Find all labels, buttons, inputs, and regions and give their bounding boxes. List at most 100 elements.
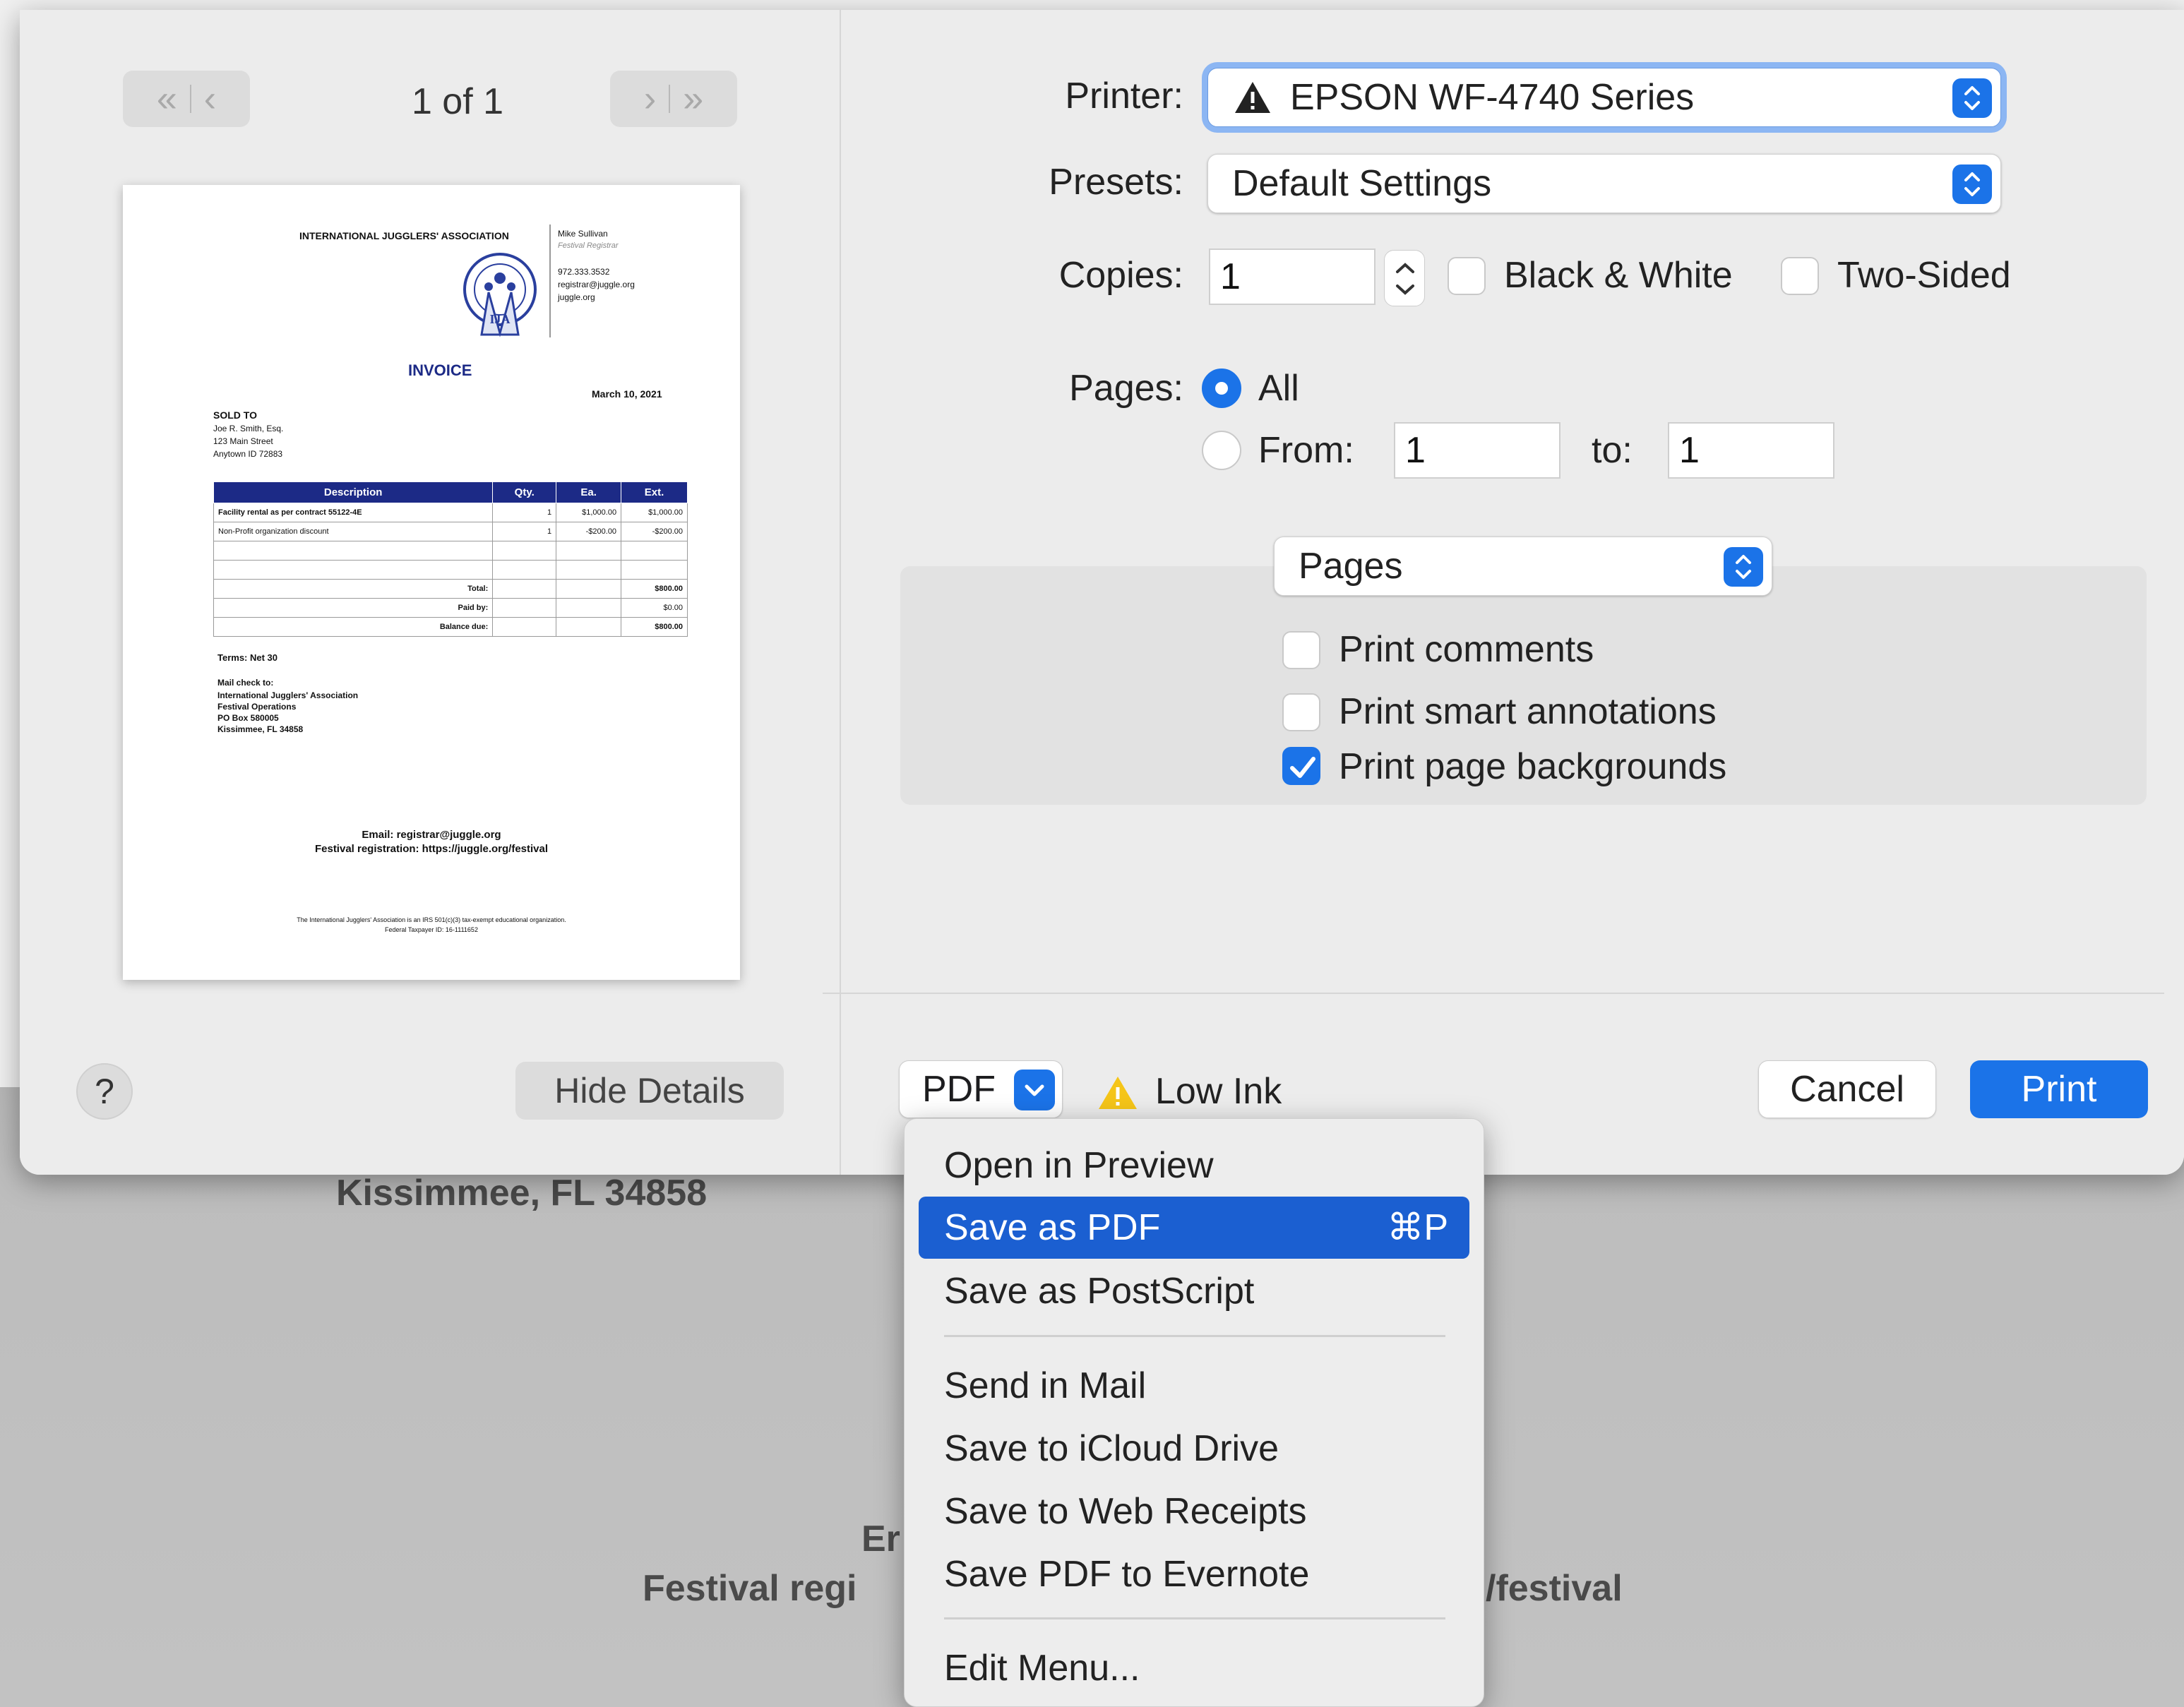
print-comments-label: Print comments (1339, 629, 1594, 670)
menu-separator (944, 1617, 1445, 1619)
menu-item-save-as-postscript[interactable]: Save as PostScript (919, 1260, 1469, 1322)
popup-arrows-icon (1952, 78, 1992, 118)
print-page-backgrounds-label: Print page backgrounds (1339, 746, 1727, 787)
warning-icon (1235, 82, 1270, 113)
menu-item-save-to-icloud[interactable]: Save to iCloud Drive (919, 1418, 1469, 1480)
next-page-icon[interactable]: › (644, 78, 656, 120)
print-smart-annotations-checkbox[interactable] (1282, 693, 1320, 731)
copies-stepper[interactable] (1384, 250, 1425, 306)
pages-label: Pages: (1069, 368, 1183, 409)
section-value: Pages (1299, 546, 1403, 587)
hide-details-button[interactable]: Hide Details (515, 1062, 784, 1120)
menu-item-open-in-preview[interactable]: Open in Preview (919, 1134, 1469, 1197)
preview-invoice-title: INVOICE (408, 361, 472, 379)
from-field[interactable]: 1 (1394, 422, 1561, 479)
svg-text:IJA: IJA (489, 312, 510, 326)
preview-taxpayer-id: Federal Taxpayer ID: 16-1111652 (385, 926, 478, 933)
print-page-backgrounds-checkbox[interactable] (1282, 747, 1320, 785)
copies-label: Copies: (1058, 255, 1183, 296)
preview-cell: 1 (492, 503, 557, 522)
table-row: Non-Profit organization discount 1 -$200… (213, 522, 688, 541)
section-popup[interactable]: Pages (1274, 537, 1772, 596)
first-prev-page-buttons[interactable]: «‹ (123, 71, 250, 127)
background-city-line: Kissimmee, FL 34858 (336, 1173, 708, 1214)
preview-col-each: Ea. (556, 481, 622, 503)
print-smart-annotations-label: Print smart annotations (1339, 691, 1717, 732)
preview-fine-print: The International Jugglers' Association … (297, 916, 566, 923)
preview-mail-city: Kissimmee, FL 34858 (217, 724, 304, 734)
preview-contact-email: registrar@juggle.org (558, 280, 635, 289)
black-white-checkbox[interactable] (1448, 257, 1486, 295)
preview-cell: -$200.00 (621, 522, 688, 541)
preview-total-label: Total: (213, 579, 494, 599)
shortcut-label: ⌘P (1387, 1207, 1448, 1248)
preview-cell: $1,000.00 (621, 503, 688, 522)
menu-item-edit-menu[interactable]: Edit Menu... (919, 1637, 1469, 1699)
first-page-icon[interactable]: « (157, 78, 177, 120)
pages-all-label: All (1258, 368, 1299, 409)
two-sided-label: Two-Sided (1837, 255, 2011, 296)
pdf-label: PDF (922, 1069, 996, 1110)
two-sided-checkbox[interactable] (1781, 257, 1819, 295)
presets-label: Presets: (1049, 162, 1183, 203)
preview-invoice-table: Description Qty. Ea. Ext. Facility renta… (213, 481, 688, 637)
presets-popup[interactable]: Default Settings (1207, 154, 2001, 213)
table-row: Total: $800.00 (213, 579, 688, 599)
menu-item-send-in-mail[interactable]: Send in Mail (919, 1355, 1469, 1417)
printer-popup[interactable]: EPSON WF-4740 Series (1207, 68, 2001, 127)
preview-sold-to-city: Anytown ID 72883 (213, 449, 283, 459)
background-email-fragment: Er (861, 1519, 900, 1559)
preview-contact-phone: 972.333.3532 (558, 267, 610, 277)
printer-label: Printer: (1065, 76, 1183, 116)
pdf-menu-button[interactable]: PDF (899, 1060, 1063, 1118)
menu-item-save-to-web-receipts[interactable]: Save to Web Receipts (919, 1480, 1469, 1543)
print-comments-checkbox[interactable] (1282, 631, 1320, 669)
to-field[interactable]: 1 (1668, 422, 1834, 479)
help-button[interactable]: ? (76, 1063, 133, 1120)
ija-logo: IJA (463, 253, 537, 337)
page-indicator: 1 of 1 (411, 81, 504, 122)
menu-item-save-as-pdf[interactable]: Save as PDF ⌘P (919, 1197, 1469, 1259)
pdf-dropdown-menu: Open in Preview Save as PDF ⌘P Save as P… (904, 1118, 1484, 1707)
menu-item-save-pdf-to-evernote[interactable]: Save PDF to Evernote (919, 1543, 1469, 1605)
black-white-label: Black & White (1504, 255, 1733, 296)
copies-field[interactable]: 1 (1209, 248, 1376, 305)
preview-mail-check: Mail check to: (217, 678, 274, 688)
preview-footer-email: Email: registrar@juggle.org (362, 829, 501, 841)
background-registration-fragment-right: /festival (1486, 1568, 1623, 1609)
preview-paid-value: $0.00 (621, 598, 688, 618)
low-ink-warning-icon (1099, 1077, 1137, 1109)
next-last-page-buttons[interactable]: ›» (610, 71, 737, 127)
presets-value: Default Settings (1232, 163, 1492, 204)
from-label: From: (1258, 430, 1354, 471)
low-ink-label: Low Ink (1155, 1071, 1282, 1112)
popup-arrows-icon (1724, 547, 1763, 587)
cancel-button[interactable]: Cancel (1758, 1060, 1936, 1118)
menu-separator (944, 1335, 1445, 1337)
popup-arrows-icon (1952, 164, 1992, 204)
preview-col-ext: Ext. (621, 481, 688, 503)
last-page-icon[interactable]: » (683, 78, 703, 120)
checkmark-icon (1290, 757, 1315, 778)
preview-contact-title: Festival Registrar (558, 241, 619, 250)
preview-date: March 10, 2021 (592, 388, 662, 400)
preview-footer-registration: Festival registration: https://juggle.or… (314, 843, 549, 855)
table-row (213, 541, 688, 561)
pages-range-radio[interactable] (1202, 431, 1241, 470)
preview-mail-org: International Jugglers' Association (217, 690, 359, 700)
print-button[interactable]: Print (1970, 1060, 2148, 1118)
preview-cell: Facility rental as per contract 55122-4E (213, 503, 494, 522)
background-registration-fragment: Festival regi (643, 1568, 857, 1609)
table-row: Paid by: $0.00 (213, 598, 688, 618)
table-row (213, 560, 688, 580)
printer-value: EPSON WF-4740 Series (1290, 77, 1695, 118)
pages-all-radio[interactable] (1202, 369, 1241, 408)
prev-page-icon[interactable]: ‹ (204, 78, 216, 120)
preview-pane: «‹ 1 of 1 ›» INTERNATIONAL JUGGLERS' ASS… (20, 10, 841, 1175)
preview-cell: $1,000.00 (556, 503, 622, 522)
preview-sold-to-name: Joe R. Smith, Esq. (213, 424, 284, 433)
page-preview: INTERNATIONAL JUGGLERS' ASSOCIATION Mike… (123, 185, 740, 980)
preview-contact-name: Mike Sullivan (558, 229, 608, 239)
table-row: Balance due: $800.00 (213, 617, 688, 637)
preview-total-value: $800.00 (621, 579, 688, 599)
